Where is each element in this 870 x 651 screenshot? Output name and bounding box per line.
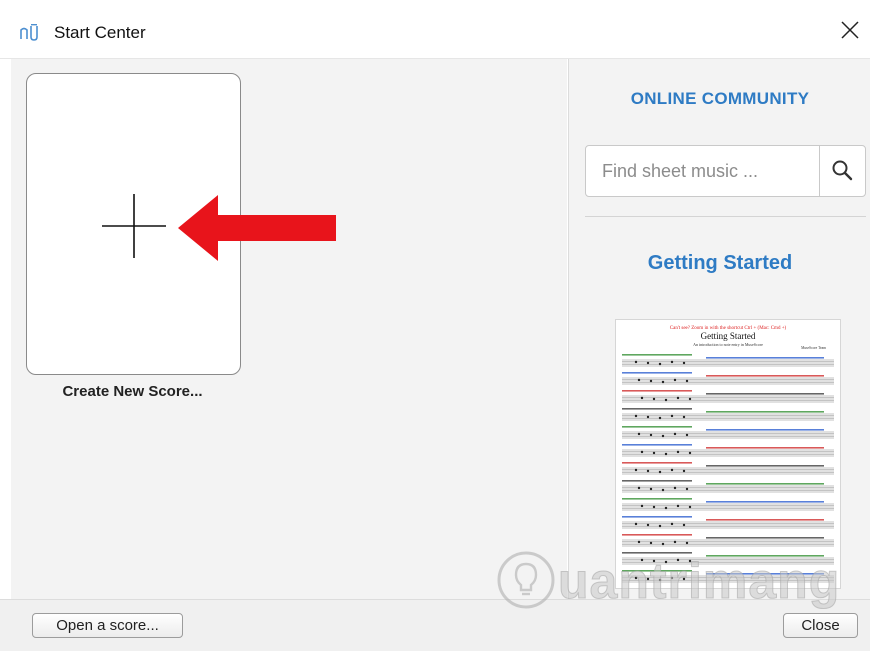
left-pane: Create New Score... <box>11 59 567 599</box>
thumb-title: Getting Started <box>701 331 756 341</box>
getting-started-title[interactable]: Getting Started <box>569 252 870 275</box>
create-new-score-label[interactable]: Create New Score... <box>26 383 239 400</box>
red-arrow <box>178 195 336 261</box>
close-icon[interactable] <box>838 18 862 42</box>
thumb-subtitle: An introduction to note entry in MuseSco… <box>693 342 763 347</box>
thumb-author: MuseScore Team <box>801 346 826 350</box>
close-button[interactable]: Close <box>783 613 858 638</box>
online-community-title: ONLINE COMMUNITY <box>630 89 810 108</box>
title-bar: Start Center <box>0 0 870 59</box>
search-icon <box>832 160 853 181</box>
window-title: Start Center <box>54 23 146 42</box>
search-box <box>585 145 866 197</box>
bottom-bar: Open a score... Close <box>0 599 870 651</box>
search-input[interactable] <box>586 146 818 196</box>
right-pane: ONLINE COMMUNITY Getting Started Can't s… <box>568 59 870 599</box>
divider <box>585 216 866 217</box>
musescore-icon <box>20 24 38 41</box>
search-button[interactable] <box>819 146 865 196</box>
getting-started-thumbnail[interactable]: Can't see? Zoom in with the shortcut Ctr… <box>615 319 841 589</box>
open-score-button[interactable]: Open a score... <box>32 613 183 638</box>
plus-icon <box>102 194 166 258</box>
